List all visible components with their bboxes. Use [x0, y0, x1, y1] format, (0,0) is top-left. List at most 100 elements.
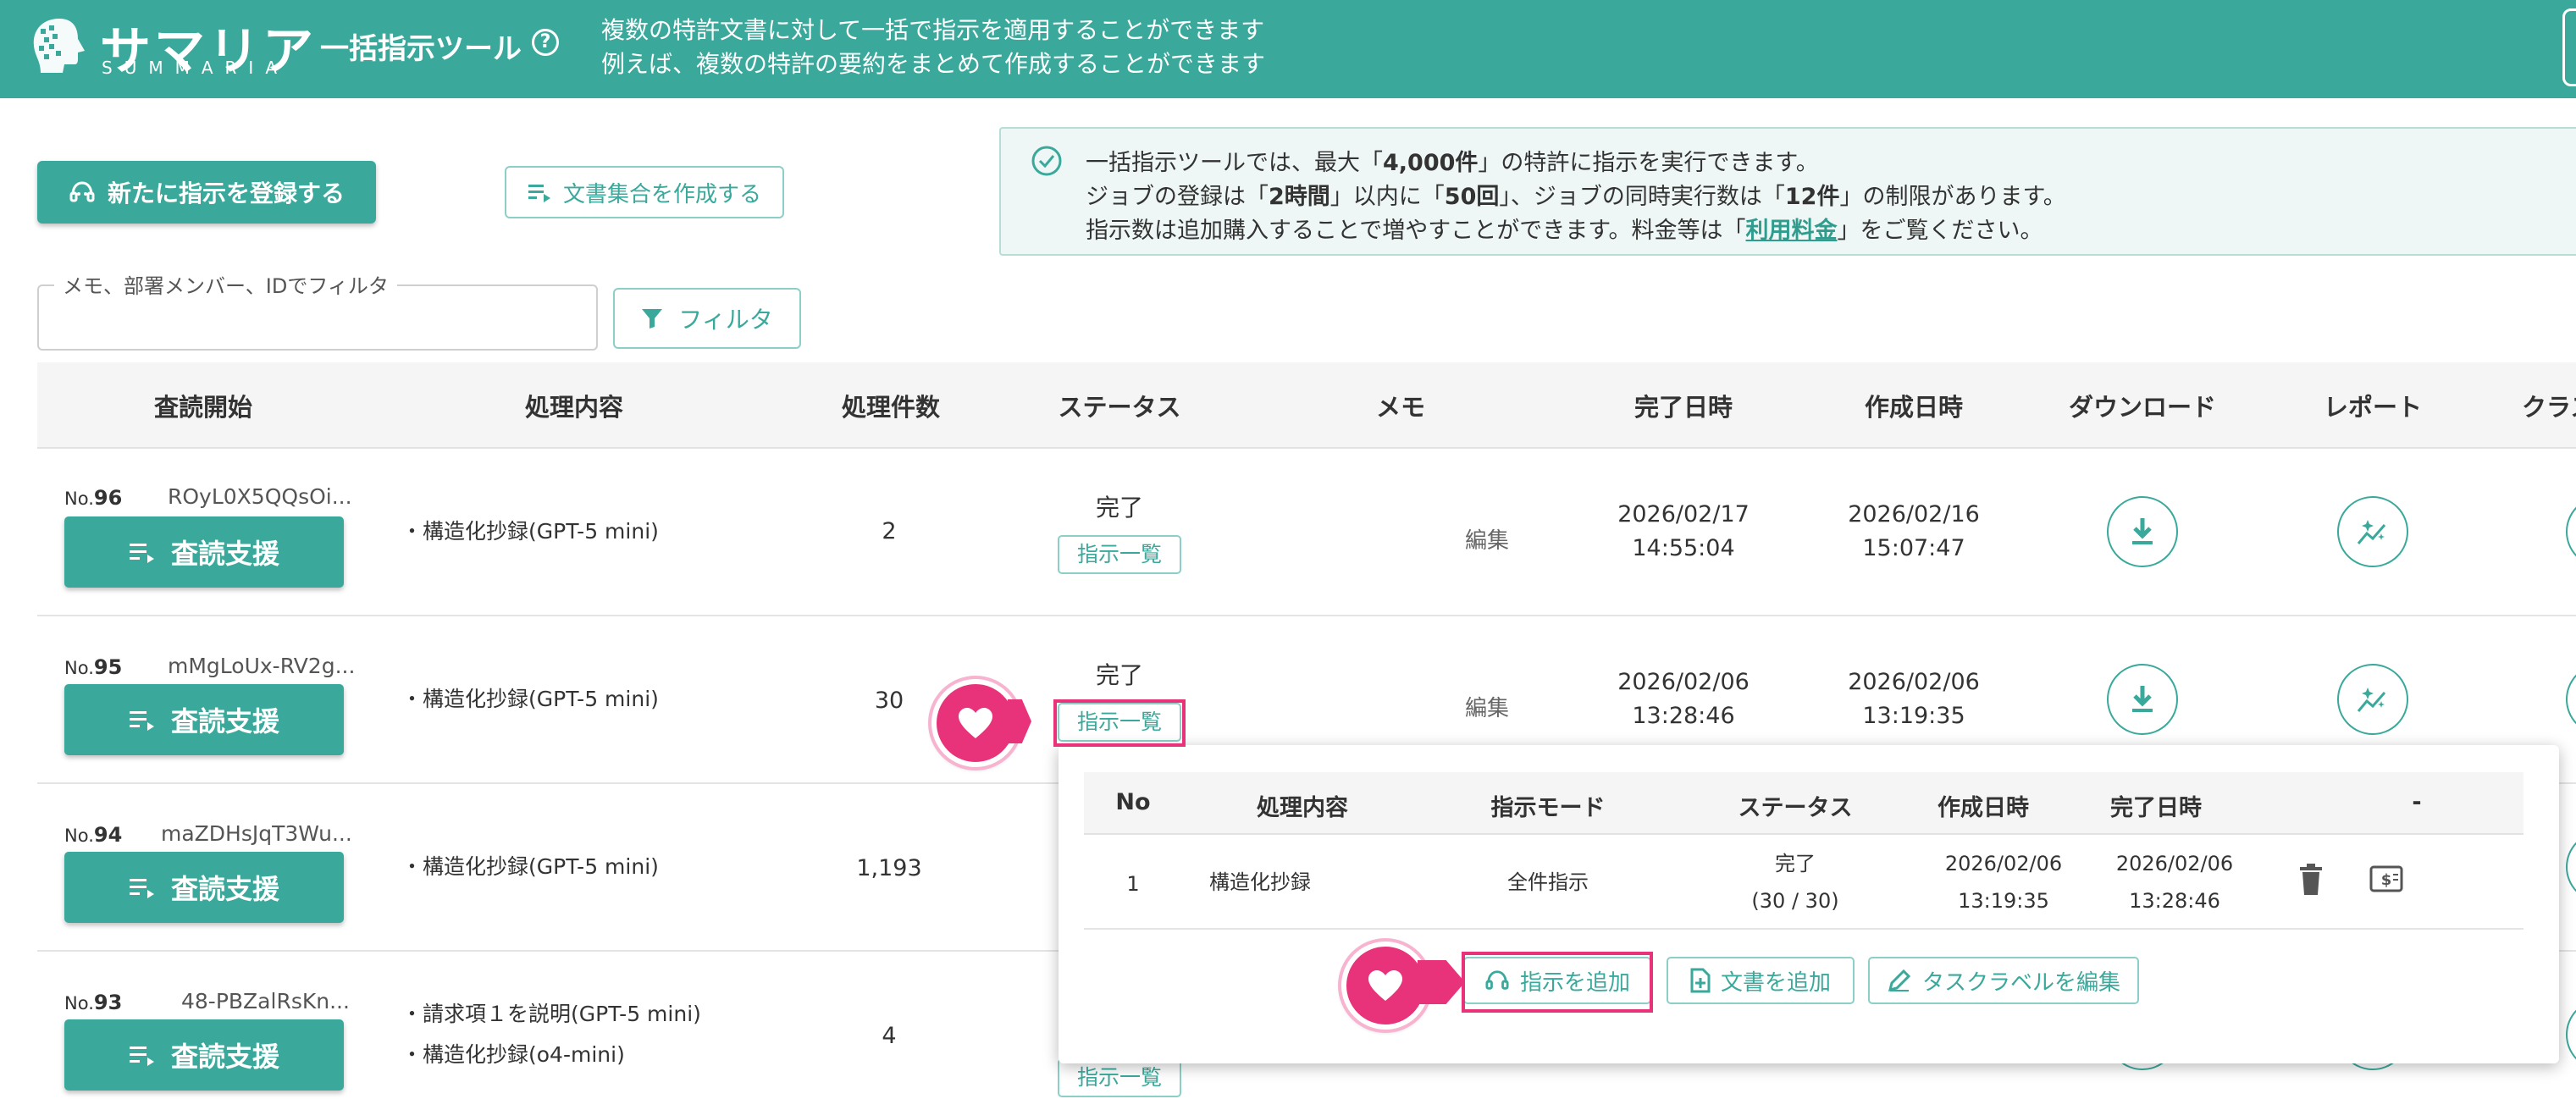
- pricing-link[interactable]: 利用料金: [1746, 218, 1838, 244]
- row-process: ・構造化抄録(GPT-5 mini): [401, 854, 659, 879]
- info-box: 一括指示ツールでは、最大「4,000件」の特許に指示を実行できます。 ジョブの登…: [999, 127, 2576, 256]
- funnel-icon: [641, 307, 663, 329]
- review-support-label: 査読支援: [170, 538, 279, 570]
- create-docset-label: 文書集合を作成する: [562, 181, 761, 207]
- logo-icon: [25, 14, 95, 78]
- row-created-datetime: 2026/02/06 13:19:35: [1848, 669, 1980, 729]
- create-docset-button[interactable]: 文書集合を作成する: [505, 166, 784, 218]
- row-process: ・請求項１を説明(GPT-5 mini): [401, 1002, 701, 1026]
- row-process: ・構造化抄録(GPT-5 mini): [401, 519, 659, 544]
- popup-divider: [1084, 928, 2523, 930]
- download-icon: [2128, 516, 2157, 547]
- memo-edit-link[interactable]: 編集: [1465, 691, 1509, 722]
- header-report: レポート: [2323, 393, 2423, 422]
- info-line-1: 一括指示ツールでは、最大「4,000件」の特許に指示を実行できます。: [1086, 150, 1819, 176]
- class-button[interactable]: [2566, 664, 2576, 735]
- add-document-button[interactable]: 文書を追加: [1667, 957, 1855, 1004]
- new-instruction-button[interactable]: 新たに指示を登録する: [37, 161, 376, 224]
- popup-header-process: 処理内容: [1257, 795, 1348, 821]
- cost-icon[interactable]: $: [2369, 865, 2403, 896]
- popup-header-mode: 指示モード: [1490, 795, 1606, 821]
- row-status: 完了: [1095, 661, 1144, 689]
- header-created-date: 作成日時: [1864, 393, 1964, 422]
- list-icon: [129, 540, 158, 564]
- trash-icon[interactable]: [2298, 864, 2324, 899]
- header-account-button[interactable]: [2562, 8, 2576, 86]
- sparkle-chart-icon: [2356, 684, 2390, 715]
- class-button[interactable]: [2566, 496, 2576, 567]
- row-count: 1,193: [856, 855, 922, 881]
- info-line-3: 指示数は追加購入することで増やすことができます。料金等は「利用料金」をご覧くださ…: [1086, 218, 2043, 244]
- row-created-datetime: 2026/02/16 15:07:47: [1848, 501, 1980, 561]
- review-support-button[interactable]: 査読支援: [64, 1019, 344, 1091]
- popup-row-status: 完了 (30 / 30): [1751, 852, 1839, 913]
- page-title: 一括指示ツール: [320, 32, 522, 66]
- pen-icon: [1887, 968, 1912, 993]
- popup-row-no: 1: [1126, 872, 1140, 896]
- check-circle-icon: [1030, 144, 1064, 181]
- review-support-button[interactable]: 査読支援: [64, 684, 344, 755]
- marker-arrow: [1008, 699, 1031, 743]
- add-file-icon: [1690, 968, 1711, 993]
- row-done-datetime: 2026/02/17 14:55:04: [1617, 501, 1750, 561]
- row-number: No.94: [64, 823, 123, 847]
- popup-row-process: 構造化抄録: [1209, 870, 1311, 894]
- instruction-list-button[interactable]: 指示一覧: [1058, 1058, 1181, 1097]
- edit-task-label: タスクラベルを編集: [1921, 969, 2120, 996]
- app-header: サマリア SUMMARIA 一括指示ツール ? 複数の特許文書に対して一括で指示…: [0, 0, 2576, 98]
- list-icon: [129, 1043, 158, 1067]
- new-instruction-label: 新たに指示を登録する: [107, 179, 345, 207]
- download-button[interactable]: [2107, 496, 2178, 567]
- review-support-button[interactable]: 査読支援: [64, 852, 344, 923]
- class-button[interactable]: [2566, 999, 2576, 1070]
- list-icon: [129, 708, 158, 732]
- heart-marker-icon: [931, 679, 1020, 767]
- header-status: ステータス: [1058, 393, 1181, 422]
- row-id: 48-PBZalRsKn...: [181, 989, 350, 1013]
- review-support-label: 査読支援: [170, 1041, 279, 1073]
- heart-marker-icon: [1341, 942, 1429, 1030]
- filter-input-label: メモ、部署メンバー、IDでフィルタ: [54, 269, 397, 299]
- header-done-date: 完了日時: [1633, 393, 1733, 422]
- popup-header-actions: -: [2412, 789, 2422, 815]
- popup-header-no: No: [1115, 789, 1151, 815]
- popup-header-created: 作成日時: [1938, 795, 2029, 821]
- memo-edit-link[interactable]: 編集: [1465, 523, 1509, 555]
- sparkle-chart-icon: [2356, 516, 2390, 547]
- logo-subtext: SUMMARIA: [102, 58, 290, 78]
- review-support-label: 査読支援: [170, 705, 279, 737]
- header-count: 処理件数: [841, 393, 941, 422]
- filter-button-label: フィルタ: [678, 306, 773, 334]
- info-line-2: ジョブの登録は「2時間」以内に「50回」、ジョブの同時実行数は「12件」の制限が…: [1086, 184, 2066, 210]
- instruction-list-popup: No 処理内容 指示モード ステータス 作成日時 完了日時 - 1 構造化抄録 …: [1059, 745, 2559, 1063]
- header-process: 処理内容: [524, 393, 624, 422]
- help-icon[interactable]: ?: [532, 29, 559, 56]
- row-number: No.93: [64, 991, 123, 1014]
- list-icon: [129, 875, 158, 899]
- report-button[interactable]: [2337, 664, 2408, 735]
- report-button[interactable]: [2337, 496, 2408, 567]
- header-download: ダウンロード: [2068, 393, 2217, 422]
- highlight-box: [1053, 699, 1186, 747]
- filter-button[interactable]: フィルタ: [613, 288, 801, 349]
- review-support-label: 査読支援: [170, 873, 279, 905]
- header-description-2: 例えば、複数の特許の要約をまとめて作成することができます: [601, 50, 1266, 78]
- popup-table-header: No 処理内容 指示モード ステータス 作成日時 完了日時 -: [1084, 772, 2523, 835]
- header-description-1: 複数の特許文書に対して一括で指示を適用することができます: [601, 16, 1265, 44]
- row-id: maZDHsJqT3Wu...: [161, 821, 352, 846]
- download-button[interactable]: [2107, 664, 2178, 735]
- highlight-box: [1462, 952, 1653, 1013]
- row-number: No.96: [64, 486, 123, 510]
- row-divider: [37, 615, 2576, 616]
- instruction-list-button[interactable]: 指示一覧: [1058, 535, 1181, 574]
- table-header: 査読開始 処理内容 処理件数 ステータス メモ 完了日時 作成日時 ダウンロード…: [37, 362, 2576, 449]
- row-number: No.95: [64, 655, 123, 679]
- popup-row-created: 2026/02/06 13:19:35: [1944, 852, 2063, 913]
- popup-header-status: ステータス: [1738, 795, 1853, 821]
- list-icon: [528, 182, 553, 202]
- edit-task-label-button[interactable]: タスクラベルを編集: [1868, 957, 2139, 1004]
- review-support-button[interactable]: 査読支援: [64, 516, 344, 588]
- class-button[interactable]: [2566, 831, 2576, 903]
- popup-header-done: 完了日時: [2110, 795, 2202, 821]
- row-done-datetime: 2026/02/06 13:28:46: [1617, 669, 1750, 729]
